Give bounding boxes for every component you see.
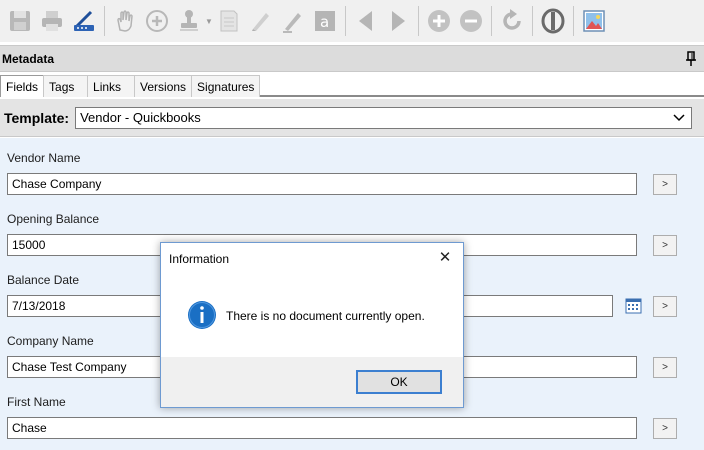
dialog-footer: OK <box>161 357 463 407</box>
field-label-first-name: First Name <box>7 395 66 409</box>
print-icon[interactable] <box>36 4 68 38</box>
tab-signatures[interactable]: Signatures <box>191 75 261 97</box>
toolbar-separator <box>491 6 492 36</box>
rotate-icon[interactable] <box>496 4 528 38</box>
image-icon[interactable] <box>578 4 610 38</box>
vendor-name-lookup-button[interactable]: > <box>653 174 677 195</box>
chevron-down-icon <box>673 110 685 125</box>
template-label: Template: <box>4 109 70 126</box>
toolbar-separator <box>532 6 533 36</box>
svg-text:a: a <box>320 13 329 31</box>
zoom-out-icon[interactable] <box>455 4 487 38</box>
calendar-icon[interactable] <box>625 297 642 314</box>
template-bar: Template: Vendor - Quickbooks <box>0 99 704 137</box>
redact-icon[interactable] <box>537 4 569 38</box>
ok-button[interactable]: OK <box>356 370 442 394</box>
stamp-icon[interactable] <box>173 4 205 38</box>
metadata-tabs: Fields Tags Links Versions Signatures <box>0 75 704 97</box>
information-dialog: Information ✕ There is no document curre… <box>160 242 464 408</box>
toolbar-separator <box>418 6 419 36</box>
template-select-value: Vendor - Quickbooks <box>80 110 201 125</box>
tab-fields[interactable]: Fields <box>0 75 45 97</box>
balance-date-lookup-button[interactable]: > <box>653 296 677 317</box>
next-page-icon[interactable] <box>382 4 414 38</box>
panel-title: Metadata <box>2 51 55 66</box>
company-name-lookup-button[interactable]: > <box>653 357 677 378</box>
field-label-company-name: Company Name <box>7 334 94 348</box>
stamp-dropdown-icon[interactable]: ▼ <box>205 4 213 38</box>
first-name-lookup-button[interactable]: > <box>653 418 677 439</box>
tab-versions[interactable]: Versions <box>134 75 193 97</box>
note-icon[interactable] <box>213 4 245 38</box>
tab-tags[interactable]: Tags <box>43 75 89 97</box>
dialog-message: There is no document currently open. <box>226 309 425 323</box>
opening-balance-lookup-button[interactable]: > <box>653 235 677 256</box>
text-annotation-icon[interactable]: a <box>309 4 341 38</box>
field-label-balance-date: Balance Date <box>7 273 80 287</box>
field-label-opening-balance: Opening Balance <box>7 212 100 226</box>
first-name-input[interactable]: Chase <box>7 417 637 439</box>
metadata-panel-header: Metadata <box>0 45 704 72</box>
toolbar-separator <box>573 6 574 36</box>
template-select[interactable]: Vendor - Quickbooks <box>75 106 693 129</box>
toolbar: ▼ a <box>0 0 704 42</box>
close-icon[interactable]: ✕ <box>437 249 453 266</box>
zoom-in-icon[interactable] <box>423 4 455 38</box>
save-icon[interactable] <box>4 4 36 38</box>
toolbar-separator <box>345 6 346 36</box>
highlighter-icon[interactable] <box>245 4 277 38</box>
previous-page-icon[interactable] <box>350 4 382 38</box>
zoom-in-hand-icon[interactable] <box>141 4 173 38</box>
info-icon <box>187 300 217 330</box>
dialog-title: Information <box>169 252 230 266</box>
scanner-icon[interactable] <box>68 4 100 38</box>
pen-icon[interactable] <box>277 4 309 38</box>
toolbar-separator <box>104 6 105 36</box>
vendor-name-input[interactable]: Chase Company <box>7 173 637 195</box>
hand-pan-icon[interactable] <box>109 4 141 38</box>
pin-icon[interactable] <box>684 50 698 67</box>
field-label-vendor-name: Vendor Name <box>7 151 81 165</box>
tab-links[interactable]: Links <box>87 75 136 97</box>
